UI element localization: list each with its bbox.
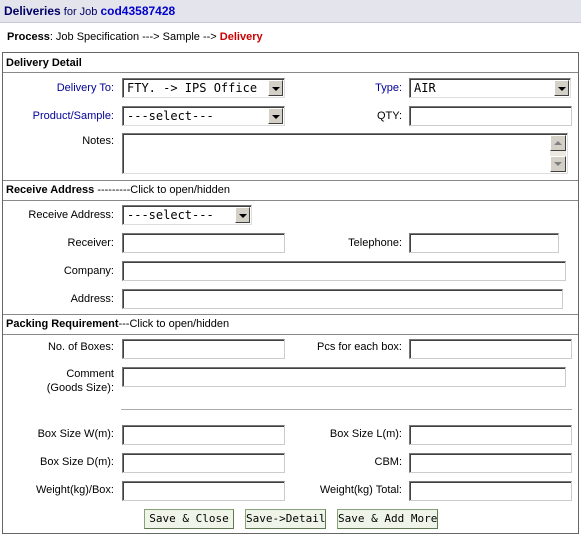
boxes-label: No. of Boxes:	[47, 341, 114, 353]
process-steps: : Job Specification ---> Sample -->	[49, 31, 220, 43]
cbm-label: CBM:	[374, 456, 403, 468]
pcs-per-box-input[interactable]	[409, 339, 572, 359]
chevron-down-icon[interactable]	[554, 80, 569, 96]
weight-total-input[interactable]	[409, 481, 572, 501]
weight-total-label: Weight(kg) Total:	[319, 484, 402, 496]
type-label: Type:	[375, 82, 402, 94]
notes-label: Notes:	[82, 135, 114, 147]
process-current-step: Delivery	[219, 31, 263, 43]
pcs-per-box-label: Pcs for each box:	[317, 341, 402, 353]
divider	[3, 180, 578, 181]
title-bar: Deliveries for Job cod43587428	[0, 0, 581, 23]
box-size-w-input[interactable]	[122, 425, 285, 445]
chevron-down-icon[interactable]	[268, 108, 283, 124]
address-label: Address:	[70, 293, 114, 305]
box-size-w-label: Box Size W(m):	[37, 428, 114, 440]
chevron-down-icon[interactable]	[268, 80, 283, 96]
receiver-label: Receiver:	[67, 237, 114, 249]
company-input[interactable]	[122, 261, 566, 281]
scroll-down-icon[interactable]	[550, 156, 566, 172]
cbm-input[interactable]	[409, 453, 572, 473]
save-add-more-button[interactable]: Save & Add More	[337, 509, 438, 529]
box-size-l-label: Box Size L(m):	[329, 428, 402, 440]
receive-address-label: Receive Address:	[28, 209, 114, 221]
divider	[3, 314, 578, 315]
save-close-button[interactable]: Save & Close	[144, 509, 234, 529]
divider	[3, 200, 578, 201]
comment-input[interactable]	[122, 367, 566, 387]
receive-address-toggle-hint[interactable]: ---------Click to open/hidden	[94, 184, 230, 196]
job-code: cod43587428	[100, 4, 176, 18]
title-for-text: for Job	[60, 6, 101, 18]
box-size-d-label: Box Size D(m):	[40, 456, 114, 468]
receiver-input[interactable]	[122, 233, 285, 253]
receive-address-select[interactable]: ---select---	[122, 205, 252, 225]
process-label: Process	[7, 31, 50, 43]
box-size-d-input[interactable]	[122, 453, 285, 473]
box-size-l-input[interactable]	[409, 425, 572, 445]
delivery-to-value: FTY. -> IPS Office	[127, 81, 258, 95]
boxes-input[interactable]	[122, 339, 285, 359]
weight-per-box-label: Weight(kg)/Box:	[35, 484, 114, 496]
section-heading-packing-requirement[interactable]: Packing Requirement---Click to open/hidd…	[6, 318, 229, 330]
scroll-up-icon[interactable]	[550, 135, 566, 151]
qty-input[interactable]	[409, 106, 572, 126]
product-sample-label: Product/Sample:	[32, 110, 114, 122]
comment-sublabel: (Goods Size):	[46, 382, 114, 394]
weight-per-box-input[interactable]	[122, 481, 285, 501]
qty-label: QTY:	[376, 110, 402, 122]
divider	[121, 409, 572, 410]
save-detail-button[interactable]: Save->Detail	[245, 509, 326, 529]
chevron-down-icon[interactable]	[235, 207, 250, 223]
telephone-input[interactable]	[409, 233, 559, 253]
packing-toggle-hint[interactable]: ---Click to open/hidden	[118, 318, 229, 330]
delivery-to-select[interactable]: FTY. -> IPS Office	[122, 78, 285, 98]
receive-address-value: ---select---	[127, 208, 214, 222]
page-title: Deliveries for Job cod43587428	[4, 4, 175, 18]
breadcrumb: Process: Job Specification ---> Sample -…	[7, 31, 263, 43]
divider	[3, 72, 578, 73]
title-text: Deliveries	[4, 4, 61, 18]
notes-scrollbar[interactable]	[550, 135, 566, 172]
section-heading-delivery-detail: Delivery Detail	[6, 57, 82, 69]
company-label: Company:	[63, 265, 114, 277]
section-heading-receive-address[interactable]: Receive Address ---------Click to open/h…	[6, 184, 230, 196]
product-sample-select[interactable]: ---select---	[122, 106, 285, 126]
telephone-label: Telephone:	[348, 237, 402, 249]
type-value: AIR	[414, 81, 436, 95]
delivery-to-label: Delivery To:	[56, 82, 114, 94]
notes-textarea[interactable]	[122, 133, 568, 174]
divider	[3, 334, 578, 335]
product-sample-value: ---select---	[127, 109, 214, 123]
comment-label: Comment	[66, 368, 114, 380]
address-input[interactable]	[122, 289, 563, 309]
type-select[interactable]: AIR	[409, 78, 571, 98]
